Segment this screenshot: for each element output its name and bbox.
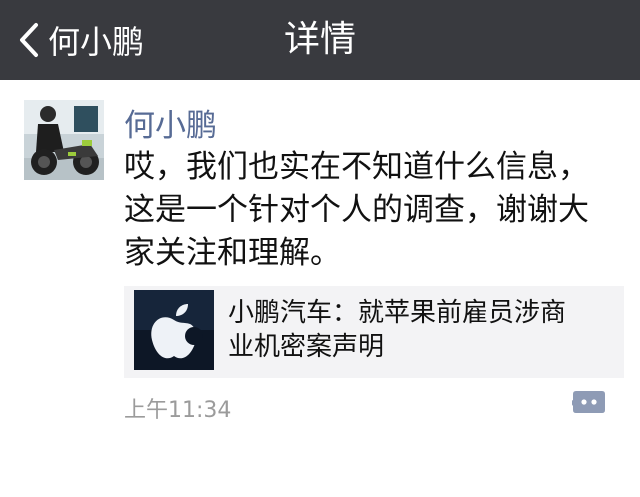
post-text-line: 这是一个针对个人的调查，谢谢大 bbox=[124, 192, 589, 228]
link-title: 小鹏汽车：就苹果前雇员涉商 业机密案声明 bbox=[228, 296, 608, 364]
post-time: 上午11:34 bbox=[124, 398, 232, 423]
comment-bubble-icon bbox=[570, 391, 606, 422]
navbar: 何小鹏 详情 bbox=[0, 0, 640, 80]
shared-link-card[interactable]: 小鹏汽车：就苹果前雇员涉商 业机密案声明 bbox=[124, 286, 624, 378]
post-text-line: 哎，我们也实在不知道什么信息， bbox=[124, 149, 589, 185]
comment-button[interactable] bbox=[570, 390, 606, 418]
link-title-line: 小鹏汽车：就苹果前雇员涉商 bbox=[228, 298, 567, 328]
link-title-line: 业机密案声明 bbox=[228, 332, 385, 362]
apple-logo-thumbnail bbox=[134, 290, 214, 370]
moment-post: 何小鹏 哎，我们也实在不知道什么信息， 这是一个针对个人的调查，谢谢大 家关注和… bbox=[0, 80, 640, 497]
back-button[interactable]: 何小鹏 bbox=[18, 0, 144, 80]
avatar-image bbox=[24, 100, 104, 180]
chevron-left-icon bbox=[18, 22, 40, 58]
link-thumbnail bbox=[134, 290, 214, 370]
post-text-line: 家关注和理解。 bbox=[124, 235, 341, 271]
author-name[interactable]: 何小鹏 bbox=[124, 100, 217, 145]
avatar[interactable] bbox=[24, 100, 104, 180]
back-label: 何小鹏 bbox=[48, 23, 145, 61]
post-text: 哎，我们也实在不知道什么信息， 这是一个针对个人的调查，谢谢大 家关注和理解。 bbox=[124, 146, 624, 275]
